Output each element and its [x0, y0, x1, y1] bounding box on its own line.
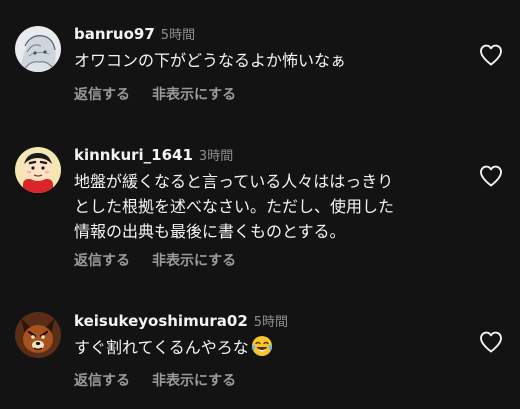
comment-actions: 返信する 非表示にする: [74, 85, 236, 105]
username[interactable]: banruo97: [74, 25, 155, 43]
cartoon-boy-avatar-icon: [15, 147, 61, 193]
heart-outline-icon: [480, 165, 502, 187]
comment-item: kinnkuri_1641 3時間 地盤が緩くなると言っている人々ははっきり とし…: [0, 145, 520, 275]
reply-button[interactable]: 返信する: [74, 87, 130, 103]
reply-button[interactable]: 返信する: [74, 253, 130, 269]
comment-header: kinnkuri_1641 3時間: [74, 145, 233, 165]
comment-text: オワコンの下がどうなるよか怖いなぁ: [74, 51, 347, 70]
like-button[interactable]: [479, 331, 503, 353]
avatar[interactable]: [15, 147, 61, 193]
timestamp: 3時間: [198, 149, 234, 164]
tears-of-joy-emoji-icon: [251, 335, 273, 364]
comment-header: banruo97 5時間: [74, 24, 195, 44]
avatar[interactable]: [15, 312, 61, 358]
hide-button[interactable]: 非表示にする: [152, 253, 236, 269]
anime-drawing-avatar-icon: [15, 26, 61, 72]
dog-mask-avatar-icon: [15, 312, 61, 358]
comment-text: すぐ割れてくるんやろな: [74, 338, 249, 357]
username[interactable]: kinnkuri_1641: [74, 146, 193, 164]
reply-button[interactable]: 返信する: [74, 373, 130, 389]
hide-button[interactable]: 非表示にする: [152, 373, 236, 389]
comment-text-row: すぐ割れてくるんやろな: [74, 335, 434, 364]
timestamp: 5時間: [253, 315, 289, 330]
timestamp: 5時間: [160, 28, 196, 43]
heart-outline-icon: [480, 44, 502, 66]
avatar[interactable]: [15, 26, 61, 72]
heart-outline-icon: [480, 331, 502, 353]
hide-button[interactable]: 非表示にする: [152, 87, 236, 103]
comment-item: keisukeyoshimura02 5時間 すぐ割れてくるんやろな 返信する 非表…: [0, 311, 520, 401]
comment-header: keisukeyoshimura02 5時間: [74, 311, 288, 331]
like-button[interactable]: [479, 165, 503, 187]
comment-text: 地盤が緩くなると言っている人々ははっきり とした根拠を述べなさい。ただし、使用し…: [74, 172, 395, 241]
comment-actions: 返信する 非表示にする: [74, 251, 236, 271]
comment-item: banruo97 5時間 オワコンの下がどうなるよか怖いなぁ 返信する 非表示にする: [0, 24, 520, 114]
username[interactable]: keisukeyoshimura02: [74, 312, 248, 330]
comment-actions: 返信する 非表示にする: [74, 371, 236, 391]
like-button[interactable]: [479, 44, 503, 66]
